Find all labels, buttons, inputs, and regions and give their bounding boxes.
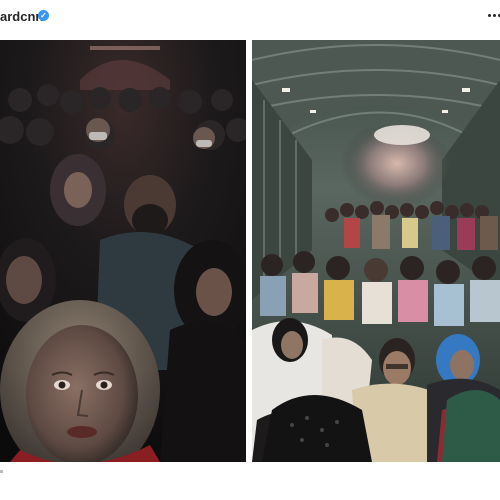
post-header: ardcnn ✓ bbox=[0, 0, 500, 36]
caption-start-mark bbox=[0, 470, 3, 473]
more-options-icon[interactable] bbox=[488, 14, 500, 18]
photo-right-cargo-hold bbox=[252, 40, 500, 462]
photo-left-selfie bbox=[0, 40, 246, 462]
post-username[interactable]: ardcnn bbox=[0, 9, 43, 24]
verified-badge-icon: ✓ bbox=[38, 10, 49, 21]
